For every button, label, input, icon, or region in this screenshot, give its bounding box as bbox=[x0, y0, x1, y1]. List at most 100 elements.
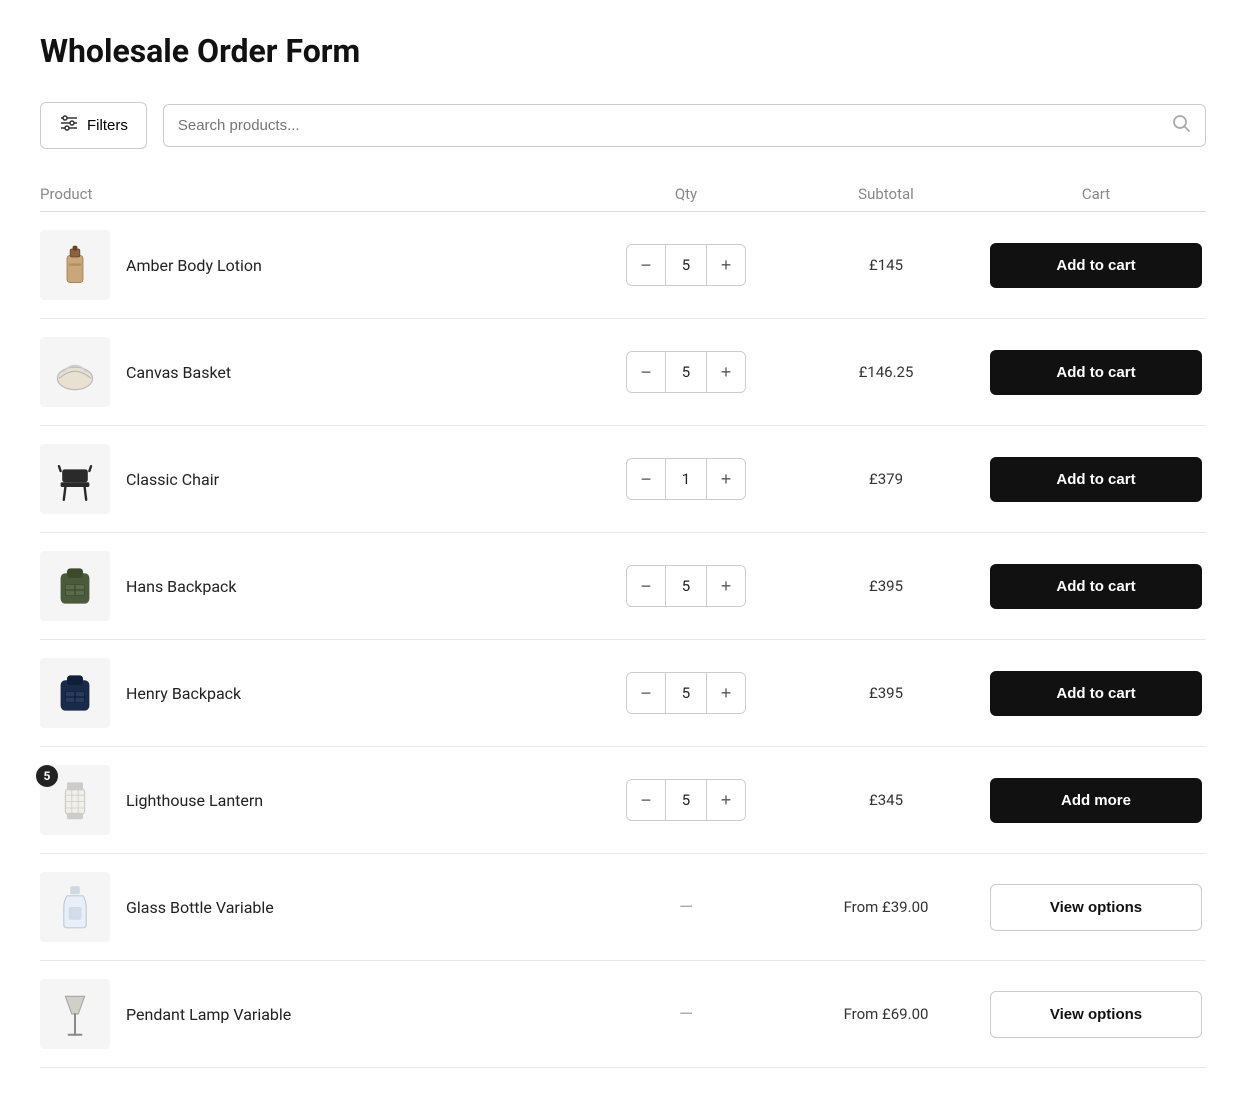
product-info: Pendant Lamp Variable bbox=[40, 979, 586, 1049]
product-name: Henry Backpack bbox=[126, 684, 241, 703]
table-header: Product Qty Subtotal Cart bbox=[40, 177, 1206, 212]
product-subtotal: From £69.00 bbox=[786, 1005, 986, 1023]
qty-decrease-button[interactable]: − bbox=[627, 244, 665, 286]
product-name: Lighthouse Lantern bbox=[126, 791, 263, 810]
product-subtotal: £345 bbox=[786, 791, 986, 809]
qty-value: 5 bbox=[665, 244, 707, 286]
product-subtotal: £395 bbox=[786, 577, 986, 595]
qty-control: − 5 + bbox=[586, 565, 786, 607]
qty-increase-button[interactable]: + bbox=[707, 779, 745, 821]
qty-decrease-button[interactable]: − bbox=[627, 565, 665, 607]
product-subtotal: £395 bbox=[786, 684, 986, 702]
product-image bbox=[40, 872, 110, 942]
filters-label: Filters bbox=[87, 117, 128, 134]
qty-increase-button[interactable]: + bbox=[707, 458, 745, 500]
product-image bbox=[40, 551, 110, 621]
qty-decrease-button[interactable]: − bbox=[627, 351, 665, 393]
cart-action: Add to cart bbox=[986, 564, 1206, 609]
product-image bbox=[40, 658, 110, 728]
product-info: Glass Bottle Variable bbox=[40, 872, 586, 942]
add-to-cart-button[interactable]: Add to cart bbox=[990, 671, 1202, 716]
qty-value: 1 bbox=[665, 458, 707, 500]
qty-decrease-button[interactable]: − bbox=[627, 672, 665, 714]
product-list: Amber Body Lotion − 5 + £145 Add to cart… bbox=[40, 212, 1206, 1068]
filters-button[interactable]: Filters bbox=[40, 102, 147, 149]
table-row: Glass Bottle Variable — From £39.00 View… bbox=[40, 854, 1206, 961]
qty-control: − 5 + bbox=[586, 672, 786, 714]
product-image bbox=[40, 979, 110, 1049]
add-to-cart-button[interactable]: Add to cart bbox=[990, 457, 1202, 502]
cart-action: Add to cart bbox=[986, 243, 1206, 288]
cart-action: Add to cart bbox=[986, 457, 1206, 502]
cart-action: View options bbox=[986, 884, 1206, 931]
qty-value: 5 bbox=[665, 565, 707, 607]
add-to-cart-button[interactable]: Add to cart bbox=[990, 243, 1202, 288]
qty-dash: — bbox=[679, 897, 693, 918]
filter-icon bbox=[59, 113, 79, 138]
qty-dash: — bbox=[679, 1004, 693, 1025]
qty-control: − 5 + bbox=[586, 351, 786, 393]
cart-badge: 5 bbox=[36, 765, 58, 787]
product-subtotal: £145 bbox=[786, 256, 986, 274]
qty-control: − 5 + bbox=[586, 779, 786, 821]
table-row: Henry Backpack − 5 + £395 Add to cart bbox=[40, 640, 1206, 747]
qty-decrease-button[interactable]: − bbox=[627, 779, 665, 821]
qty-increase-button[interactable]: + bbox=[707, 672, 745, 714]
qty-stepper: − 5 + bbox=[626, 565, 746, 607]
product-name: Classic Chair bbox=[126, 470, 219, 489]
product-info: Henry Backpack bbox=[40, 658, 586, 728]
qty-control: — bbox=[586, 897, 786, 918]
col-cart: Cart bbox=[986, 185, 1206, 203]
qty-stepper: − 5 + bbox=[626, 351, 746, 393]
product-image bbox=[40, 444, 110, 514]
product-subtotal: £379 bbox=[786, 470, 986, 488]
product-info: Lighthouse Lantern bbox=[40, 765, 586, 835]
cart-action: Add more bbox=[986, 778, 1206, 823]
table-row: Pendant Lamp Variable — From £69.00 View… bbox=[40, 961, 1206, 1068]
qty-control: − 1 + bbox=[586, 458, 786, 500]
cart-action: Add to cart bbox=[986, 671, 1206, 716]
product-name: Hans Backpack bbox=[126, 577, 237, 596]
product-image bbox=[40, 230, 110, 300]
add-to-cart-button[interactable]: Add to cart bbox=[990, 564, 1202, 609]
product-info: Classic Chair bbox=[40, 444, 586, 514]
qty-stepper: − 5 + bbox=[626, 779, 746, 821]
product-image bbox=[40, 337, 110, 407]
qty-control: − 5 + bbox=[586, 244, 786, 286]
qty-decrease-button[interactable]: − bbox=[627, 458, 665, 500]
qty-stepper: − 5 + bbox=[626, 672, 746, 714]
qty-value: 5 bbox=[665, 779, 707, 821]
qty-increase-button[interactable]: + bbox=[707, 565, 745, 607]
view-options-button[interactable]: View options bbox=[990, 991, 1202, 1038]
search-wrapper bbox=[163, 104, 1206, 147]
table-row: Canvas Basket − 5 + £146.25 Add to cart bbox=[40, 319, 1206, 426]
product-subtotal: From £39.00 bbox=[786, 898, 986, 916]
qty-increase-button[interactable]: + bbox=[707, 244, 745, 286]
add-more-button[interactable]: Add more bbox=[990, 778, 1202, 823]
qty-value: 5 bbox=[665, 351, 707, 393]
qty-increase-button[interactable]: + bbox=[707, 351, 745, 393]
qty-stepper: − 5 + bbox=[626, 244, 746, 286]
product-subtotal: £146.25 bbox=[786, 363, 986, 381]
page-title: Wholesale Order Form bbox=[40, 32, 1206, 70]
product-info: Amber Body Lotion bbox=[40, 230, 586, 300]
table-row: Classic Chair − 1 + £379 Add to cart bbox=[40, 426, 1206, 533]
add-to-cart-button[interactable]: Add to cart bbox=[990, 350, 1202, 395]
col-qty: Qty bbox=[586, 185, 786, 203]
search-icon bbox=[1171, 113, 1191, 138]
table-row: Amber Body Lotion − 5 + £145 Add to cart bbox=[40, 212, 1206, 319]
product-name: Canvas Basket bbox=[126, 363, 231, 382]
qty-stepper: − 1 + bbox=[626, 458, 746, 500]
toolbar: Filters bbox=[40, 102, 1206, 149]
search-input[interactable] bbox=[178, 105, 1171, 146]
product-info: Hans Backpack bbox=[40, 551, 586, 621]
table-row: Hans Backpack − 5 + £395 Add to cart bbox=[40, 533, 1206, 640]
product-name: Amber Body Lotion bbox=[126, 256, 262, 275]
qty-value: 5 bbox=[665, 672, 707, 714]
view-options-button[interactable]: View options bbox=[990, 884, 1202, 931]
qty-control: — bbox=[586, 1004, 786, 1025]
product-name: Pendant Lamp Variable bbox=[126, 1005, 291, 1024]
cart-action: Add to cart bbox=[986, 350, 1206, 395]
cart-action: View options bbox=[986, 991, 1206, 1038]
table-row: 5 Lighthouse Lantern − 5 + £345 Add more bbox=[40, 747, 1206, 854]
